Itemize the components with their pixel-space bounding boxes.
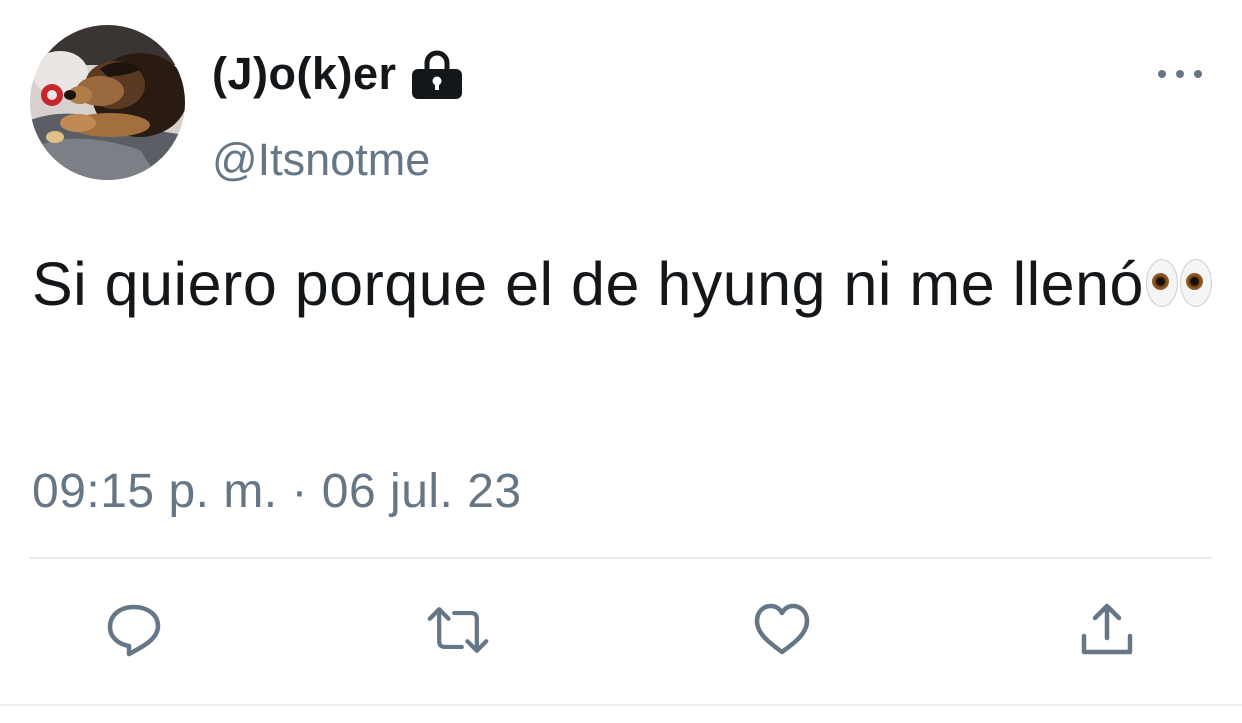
avatar-dog-photo [30,25,185,180]
action-bar [0,598,1242,668]
bottom-divider [0,704,1242,706]
display-name-row: (J)o(k)er [212,44,465,104]
avatar[interactable] [30,25,185,180]
more-options-icon[interactable] [1158,60,1202,88]
lock-icon [409,46,465,102]
username[interactable]: @Itsnotme [212,132,430,188]
divider [30,557,1212,559]
display-name[interactable]: (J)o(k)er [212,44,397,104]
like-icon[interactable] [750,598,814,662]
share-icon[interactable] [1075,598,1139,662]
eyes-emoji [1145,259,1212,307]
retweet-icon[interactable] [426,598,490,662]
tweet-card: (J)o(k)er @Itsnotme Si quiero porque el … [0,0,1242,723]
reply-icon[interactable] [102,598,166,662]
tweet-timestamp[interactable]: 09:15 p. m. · 06 jul. 23 [32,462,522,522]
tweet-text-body: Si quiero porque el de hyung ni me llenó [32,250,1144,318]
tweet-text: Si quiero porque el de hyung ni me llenó [32,240,1227,328]
